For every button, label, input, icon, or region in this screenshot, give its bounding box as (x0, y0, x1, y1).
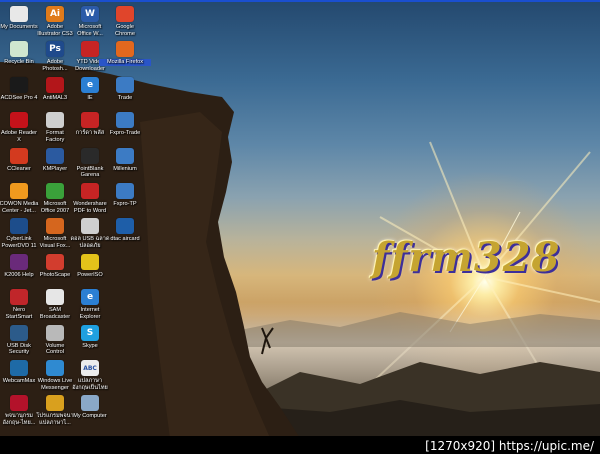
desktop-shortcut-label: dtac aircard (110, 236, 140, 243)
pointblank-icon (81, 147, 99, 164)
desktop-shortcut-label: Skype (82, 342, 98, 349)
office-2007-icon (46, 183, 64, 199)
desktop-shortcut-label: Internet Explorer (79, 307, 101, 320)
messenger-icon (46, 360, 64, 376)
desktop-shortcut-fxpro-tp[interactable]: Fxpro-TP (107, 183, 143, 208)
recycle-bin-icon (10, 41, 28, 58)
desktop-shortcut-translator[interactable]: โปรแกรมพจนา แปลภาษาไ... (36, 395, 74, 426)
trade-icon (116, 76, 134, 93)
desktop-shortcut-label: Millenium (113, 165, 137, 172)
my-computer-icon (81, 395, 99, 412)
desktop-shortcut-pdf-to-word[interactable]: Wondershare PDF to Word (72, 183, 108, 214)
wallpaper-title-text: ffrm328 (372, 234, 561, 281)
desktop-shortcut-label: Fxpro-Trade (109, 130, 141, 137)
desktop-shortcut-pointblank[interactable]: PointBlank Garena (72, 147, 108, 179)
desktop[interactable]: ffrm328 My Documents Recycle Bin ACDSee Pr… (0, 0, 600, 436)
usb-disk-security-icon (10, 324, 28, 341)
desktop-shortcut-volume-control[interactable]: Volume Control (37, 324, 73, 356)
dictionary-icon (10, 395, 28, 412)
desktop-shortcut-label: Mozilla Firefox (99, 59, 151, 66)
ytd-icon (81, 41, 99, 58)
visual-foxpro-icon (46, 218, 64, 235)
cowon-icon (10, 183, 28, 199)
skype-icon: S (81, 324, 99, 341)
desktop-shortcut-label: PowerISO (77, 271, 103, 278)
pdf-to-word-icon (81, 183, 99, 199)
desktop-shortcut-abc[interactable]: ABC แปลภาษา อังกฤษเป็นไทย (72, 360, 108, 391)
nero-icon (10, 289, 28, 306)
translator-icon (46, 395, 64, 412)
desktop-shortcut-label: Google Chrome (115, 24, 135, 37)
desktop-shortcut-format-factory[interactable]: Format Factory (37, 112, 73, 143)
desktop-shortcut-skype[interactable]: S Skype (72, 324, 108, 350)
photoshop-icon: Ps (46, 41, 64, 58)
card-plus-icon (81, 112, 99, 129)
image-watermark: [1270x920] https://upic.me/ (425, 439, 594, 453)
poweriso-icon (81, 253, 99, 270)
internet-explorer-icon: e (81, 289, 99, 306)
antimal-icon (46, 76, 64, 93)
desktop-shortcut-my-computer[interactable]: My Computer (72, 395, 108, 420)
millenium-icon (116, 147, 134, 164)
desktop-shortcut-millenium[interactable]: Millenium (107, 147, 143, 173)
desktop-shortcut-label: My Computer (73, 413, 107, 420)
desktop-shortcut-dtac-aircard[interactable]: dtac aircard (107, 218, 143, 243)
acdsee-icon (10, 76, 28, 93)
desktop-shortcut-label: Trade (117, 94, 133, 101)
fxpro-tp-icon (116, 183, 134, 199)
photoscape-icon (46, 253, 64, 270)
usb-tool-icon (81, 218, 99, 235)
format-factory-icon (46, 112, 64, 129)
my-documents-icon (10, 6, 28, 22)
office-word-icon: W (81, 6, 99, 22)
desktop-shortcut-label: Fxpro-TP (113, 201, 137, 207)
powerdvd-icon (10, 218, 28, 235)
firefox-icon (116, 41, 134, 58)
desktop-shortcut-usb-tool[interactable]: ดอล USB ฉลาด ปลอดภัย (70, 218, 110, 249)
ccleaner-icon (10, 147, 28, 164)
desktop-shortcut-fxpro-trade[interactable]: Fxpro-Trade (107, 112, 143, 137)
dtac-aircard-icon (116, 218, 134, 235)
desktop-shortcut-poweriso[interactable]: PowerISO (72, 253, 108, 279)
desktop-shortcut-label: แปลภาษา อังกฤษเป็นไทย (72, 378, 108, 391)
illustrator-icon: Ai (46, 6, 64, 22)
fxpro-trade-icon (116, 112, 134, 129)
ie-icon: e (81, 76, 99, 93)
desktop-shortcut-trade[interactable]: Trade (107, 76, 143, 102)
desktop-shortcut-internet-explorer[interactable]: e Internet Explorer (72, 289, 108, 320)
k2006-help-icon (10, 253, 28, 270)
chrome-icon (116, 6, 134, 22)
desktop-shortcut-ytd[interactable]: YTD Video Downloader (72, 41, 108, 72)
volume-control-icon (46, 324, 64, 341)
desktop-shortcut-chrome[interactable]: Google Chrome (107, 6, 143, 37)
webcammax-icon (10, 360, 28, 376)
adobe-reader-icon (10, 112, 28, 129)
abc-icon: ABC (81, 360, 99, 376)
desktop-shortcut-firefox[interactable]: Mozilla Firefox (99, 41, 151, 66)
sam-broadcaster-icon (46, 289, 64, 306)
kmplayer-icon (46, 147, 64, 164)
